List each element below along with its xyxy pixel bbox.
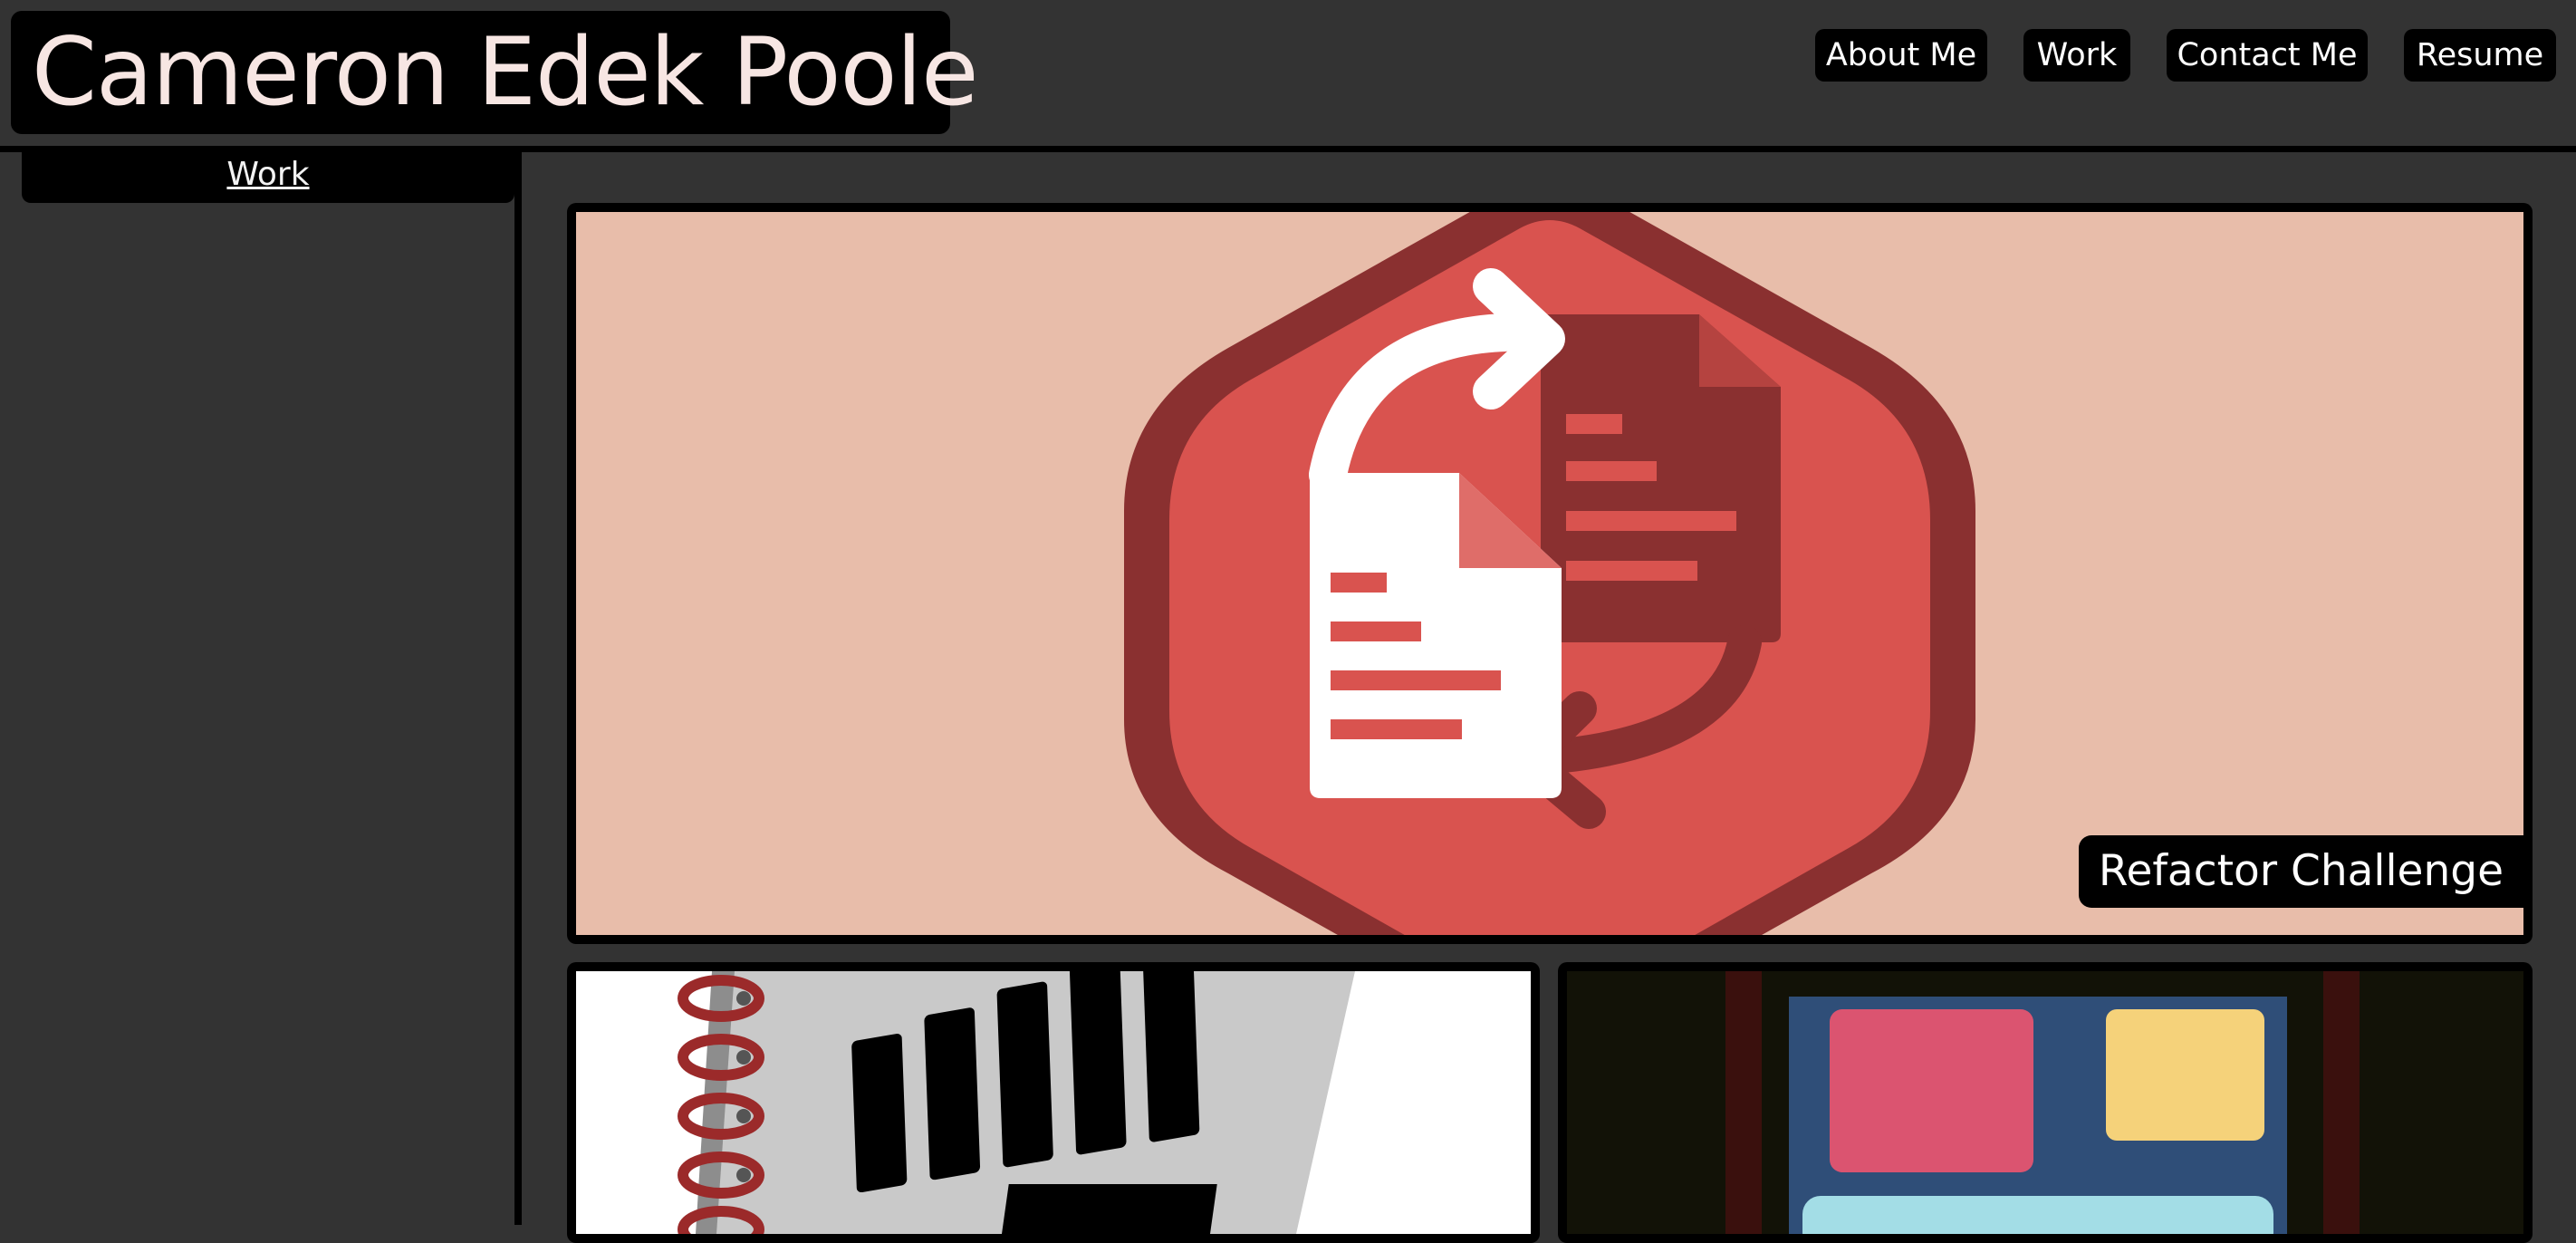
project-card-sticky-board[interactable] — [1558, 962, 2533, 1243]
nav-link-contact-me[interactable]: Contact Me — [2167, 29, 2368, 82]
sidebar-tab-work[interactable]: Work — [22, 152, 514, 203]
site-header: Cameron Edek Poole About Me Work Contact… — [0, 0, 2576, 152]
project-image-sticky-board — [1567, 971, 2523, 1234]
sidebar-divider — [514, 152, 522, 1225]
study-guide-notebook-icon — [576, 971, 1531, 1234]
refactor-document-swap-icon — [576, 212, 2523, 935]
project-image-refactor: Refactor Challenge — [576, 212, 2523, 935]
project-card-refactor-challenge[interactable]: Refactor Challenge — [567, 203, 2533, 944]
nav-link-resume[interactable]: Resume — [2404, 29, 2556, 82]
project-image-study-guide — [576, 971, 1531, 1234]
nav-link-work[interactable]: Work — [2023, 29, 2130, 82]
project-card-study-guide[interactable] — [567, 962, 1540, 1243]
site-title: Cameron Edek Poole — [11, 11, 979, 134]
sticky-note-board-icon — [1567, 971, 2523, 1234]
nav-link-about-me[interactable]: About Me — [1815, 29, 1987, 82]
project-title-refactor-challenge: Refactor Challenge — [2078, 835, 2523, 908]
